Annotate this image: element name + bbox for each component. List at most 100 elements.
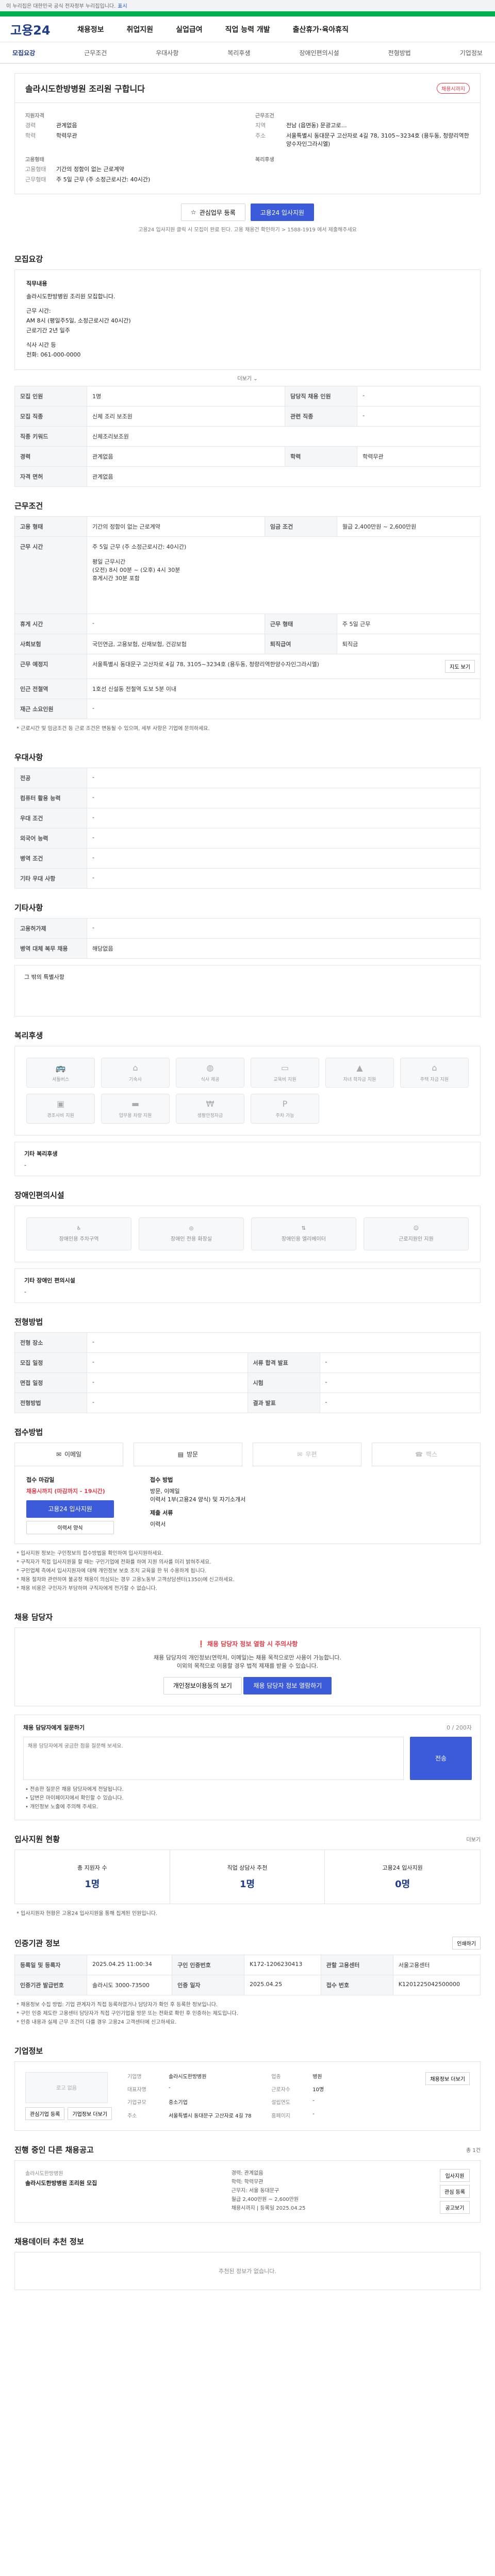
welfare-item: ▲ 자녀 학자금 지원	[325, 1057, 394, 1088]
tab-work[interactable]: 근무조건	[84, 48, 107, 57]
note-line: * 구인업체 측에서 입사지원자에 대해 개인정보 보호 조치 교육을 한 뒤 …	[16, 1568, 207, 1574]
site-logo[interactable]: 고용24	[10, 20, 57, 38]
privacy-consent-button[interactable]: 개인정보이용동의 보기	[163, 1676, 242, 1694]
summary-label: 지원자격	[25, 113, 44, 119]
cell-value: -	[87, 807, 481, 828]
apply-notes: * 입사지원 정보는 구인정보의 접수방법을 확인하여 입사지원하세요. * 구…	[14, 1544, 481, 1598]
job-description-card: 직무내용 솔라시도한방병원 조리원 모집합니다. 근무 시간: AM 8시 (평…	[14, 269, 481, 370]
interest-button[interactable]: ☆ 관심업무 등록	[180, 204, 245, 221]
section-tabs: 모집요강 근무조건 우대사항 복리후생 장애인편의시설 전형방법 기업정보	[0, 42, 495, 64]
stat-label: 직업 상담사 추천	[227, 1864, 268, 1871]
nav-item[interactable]: 실업급여	[176, 24, 203, 35]
cell-key: 관련 직종	[285, 405, 358, 427]
recommend-empty: 추천된 정보가 없습니다.	[14, 2251, 481, 2290]
question-send-button[interactable]: 전송	[410, 1736, 472, 1780]
corp-value: -	[312, 2098, 315, 2104]
apply-now-button[interactable]: 고용24 입사지원	[26, 1500, 114, 1518]
note-line: • 개인정보 노출에 주의해 주세요.	[25, 1804, 98, 1810]
other-apply-button[interactable]: 입사지원	[440, 2168, 470, 2182]
view-contact-button[interactable]: 채용 담당자 정보 열람하기	[243, 1676, 332, 1694]
summary-value: 서울특별시 동대문구 고산자로 4길 78, 3105~3234호 (용두동, …	[286, 132, 469, 147]
tab-corp[interactable]: 기업정보	[460, 48, 483, 57]
visit-method[interactable]: ▤ 방문	[134, 1442, 242, 1466]
welfare-label: 자녀 학자금 지원	[343, 1077, 376, 1082]
other-interest-button[interactable]: 관심 등록	[440, 2184, 470, 2198]
tab-prefer[interactable]: 우대사항	[156, 48, 178, 57]
corp-interest-button[interactable]: 관심기업 등록	[25, 2107, 65, 2120]
cell-value: K1201225042500000	[392, 1974, 481, 1995]
note-line: * 채용정보 수집 방법: 기업 관계자가 직접 등록하였거나 담당자가 확인 …	[16, 2002, 218, 2008]
tab-process[interactable]: 전형방법	[388, 48, 411, 57]
corp-key: 기업규모	[127, 2100, 146, 2106]
map-button[interactable]: 지도 보기	[445, 659, 475, 673]
cell-value: -	[87, 613, 265, 634]
welfare-item: ▭ 교육비 지원	[251, 1057, 319, 1088]
cell-key: 임금 조건	[264, 516, 337, 537]
method-label: 이메일	[64, 1451, 82, 1459]
support-icon: ☺	[413, 1225, 419, 1231]
job-desc-line: 식사 시간 등	[26, 342, 56, 349]
other-count: 총 1건	[466, 2147, 481, 2154]
welfare-label: 주택 자금 지원	[420, 1077, 449, 1082]
nav-item[interactable]: 취업지원	[127, 24, 154, 35]
facility-other: 기타 장애인 편의시설 -	[14, 1268, 481, 1303]
nav-item[interactable]: 채용정보	[77, 24, 104, 35]
resume-form-button[interactable]: 이력서 양식	[26, 1520, 114, 1534]
cell-value: -	[319, 1352, 481, 1373]
corp-key: 기업명	[127, 2074, 142, 2080]
section-title: 복리후생	[14, 1030, 43, 1040]
status-more-link[interactable]: 더보기	[466, 1835, 481, 1843]
summary-key: 학력	[25, 132, 36, 139]
email-method[interactable]: ✉ 이메일	[14, 1442, 123, 1466]
corp-detail-button[interactable]: 기업정보 더보기	[68, 2107, 112, 2120]
summary-value: 기간의 정함이 없는 근로계약	[56, 166, 124, 173]
cell-value: 퇴직금	[336, 633, 481, 654]
print-button[interactable]: 인쇄하기	[452, 1936, 481, 1950]
cell-key: 전형 장소	[14, 1332, 87, 1353]
money-icon: ₩	[206, 1098, 214, 1109]
note-line: * 구인 인증 제도란 고용센터 담당자가 직접 구인기업을 방문 또는 전화로…	[16, 2010, 238, 2016]
corp-jobs-button[interactable]: 채용정보 더보기	[425, 2072, 470, 2085]
etc-text: 그 밖의 특별사항	[24, 973, 64, 980]
contact-box: ❗ 채용 담당자 정보 열람 시 주의사항 채용 담당자의 개인정보(연락처, …	[14, 1627, 481, 1706]
cell-key: 전형방법	[14, 1392, 87, 1413]
deadline-badge: 채용시까지	[437, 82, 470, 94]
cell-value: 1명	[86, 385, 286, 406]
gov-banner-link[interactable]: 표시	[118, 2, 127, 9]
fax-icon: ☎	[415, 1450, 423, 1458]
cell-key: 근무 예정지	[14, 653, 87, 679]
job-summary: 지원자격 경력 관계없음 학력 학력무관 근무조건 지역 전남 (읍면동) 문광고로……	[14, 103, 481, 194]
section-title: 채용데이터 추천 정보	[14, 2236, 84, 2246]
question-input[interactable]	[23, 1736, 404, 1780]
note-line: * 채용 비용은 구인자가 부담하며 구직자에게 전가할 수 없습니다.	[16, 1585, 157, 1591]
expand-button[interactable]: 더보기 ⌄	[14, 370, 481, 386]
corp-value: 중소기업	[168, 2100, 188, 2106]
section-title: 근무조건	[14, 501, 43, 511]
cell-key: 재근 소요인원	[14, 698, 87, 719]
apply-button[interactable]: 고용24 입사지원	[250, 204, 315, 221]
other-job-card[interactable]: 솔라시도한방병원 솔라시도한방병원 조리원 모집 경력: 관계없음 학력: 학력…	[14, 2160, 481, 2223]
chevron-down-icon: ⌄	[253, 376, 258, 382]
apply-methods: ✉ 이메일 ▤ 방문 ✉ 우편 ☎ 팩스	[14, 1442, 481, 1466]
corp-value: -	[312, 2111, 315, 2117]
docs-value: 이력서	[150, 1520, 166, 1528]
welfare-other-title: 기타 복리후생	[24, 1150, 58, 1157]
tab-facility[interactable]: 장애인편의시설	[299, 48, 339, 57]
cell-key: 퇴직급여	[264, 633, 337, 654]
tab-recruit[interactable]: 모집요강	[12, 48, 35, 57]
post-method[interactable]: ✉ 우편	[253, 1442, 361, 1466]
note-line: • 전송한 질문은 채용 담당자에게 전달됩니다.	[25, 1786, 124, 1792]
job-desc-line: AM 8시 (평일주5일, 소정근로시간 40시간)	[26, 317, 131, 325]
contact-section: 채용 담당자 ❗ 채용 담당자 정보 열람 시 주의사항 채용 담당자의 개인정…	[14, 1612, 481, 1820]
other-view-button[interactable]: 공고보기	[440, 2200, 470, 2214]
fax-method[interactable]: ☎ 팩스	[372, 1442, 481, 1466]
other-company: 솔라시도한방병원	[25, 2171, 63, 2177]
welfare-label: 경조사비 지원	[47, 1113, 74, 1118]
cell-value: -	[87, 1392, 248, 1413]
summary-value: 전남 (읍면동) 문광고로…	[286, 122, 347, 129]
tab-welfare[interactable]: 복리후생	[227, 48, 250, 57]
nav-item[interactable]: 직업 능력 개발	[225, 24, 270, 35]
welfare-item: ⌂ 기숙사	[101, 1057, 170, 1088]
nav-item[interactable]: 출산휴가·육아휴직	[293, 24, 349, 35]
job-desc-line	[26, 335, 469, 341]
